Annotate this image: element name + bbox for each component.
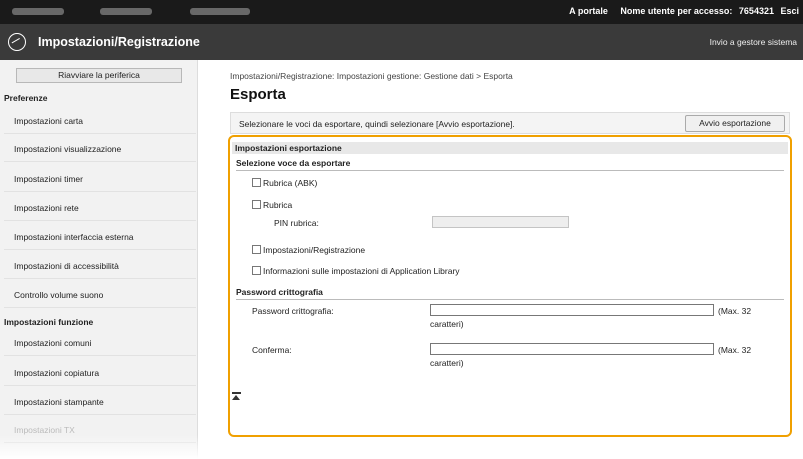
- confirm-label: Conferma:: [252, 345, 292, 355]
- blurred-device-name: [12, 8, 64, 15]
- addressbook-label: Rubrica: [263, 200, 293, 210]
- back-to-top-icon[interactable]: [232, 392, 241, 401]
- app-library-label: Informazioni sulle impostazioni di Appli…: [263, 266, 460, 276]
- sidebar-item-paper-settings[interactable]: Impostazioni carta: [4, 108, 196, 134]
- top-bar-right: A portale Nome utente per accesso: 76543…: [559, 6, 799, 16]
- checkbox-row-settings[interactable]: Impostazioni/Registrazione: [252, 245, 365, 257]
- breadcrumb: Impostazioni/Registrazione: Impostazioni…: [230, 71, 513, 81]
- checkbox-row-addressbook[interactable]: Rubrica: [252, 200, 292, 212]
- section-divider: [236, 299, 784, 300]
- password-label: Password crittografia:: [252, 306, 334, 316]
- section-password-title: Password crittografia: [236, 287, 323, 297]
- preferences-heading: Preferenze: [4, 93, 48, 103]
- pin-input: [432, 216, 569, 228]
- sidebar-item-copy-settings[interactable]: Impostazioni copiatura: [4, 360, 196, 386]
- panel-title: Impostazioni esportazione: [232, 142, 788, 154]
- settings-checkbox[interactable]: [252, 245, 261, 254]
- blurred-device-address: [190, 8, 250, 15]
- password-max-hint-unit: caratteri): [430, 319, 464, 329]
- section-divider: [236, 170, 784, 171]
- confirm-max-hint: (Max. 32: [718, 345, 752, 355]
- settings-logo-icon: [8, 33, 26, 51]
- restart-device-button[interactable]: Riavviare la periferica: [16, 68, 182, 83]
- section-items-title: Selezione voce da esportare: [236, 158, 351, 168]
- sidebar-item-common-settings[interactable]: Impostazioni comuni: [4, 330, 196, 356]
- sidebar-item-external-interface[interactable]: Impostazioni interfaccia esterna: [4, 224, 196, 250]
- user-id: 7654321: [738, 6, 774, 16]
- sidebar: Riavviare la periferica Preferenze Impos…: [0, 60, 198, 459]
- top-bar: A portale Nome utente per accesso: 76543…: [0, 0, 803, 24]
- settings-label: Impostazioni/Registrazione: [263, 245, 366, 255]
- checkbox-row-abk[interactable]: Rubrica (ABK): [252, 178, 317, 190]
- addressbook-checkbox[interactable]: [252, 200, 261, 209]
- confirm-max-hint-unit: caratteri): [430, 358, 464, 368]
- sidebar-item-sound-volume[interactable]: Controllo volume suono: [4, 282, 196, 308]
- instruction-text: Selezionare le voci da esportare, quindi…: [239, 119, 515, 129]
- sidebar-item-display-settings[interactable]: Impostazioni visualizzazione: [4, 136, 196, 162]
- sidebar-fade: [0, 435, 198, 459]
- pin-label: PIN rubrica:: [274, 218, 319, 228]
- title-bar: Impostazioni/Registrazione Invio a gesto…: [0, 24, 803, 60]
- sidebar-item-timer-settings[interactable]: Impostazioni timer: [4, 166, 196, 192]
- start-export-button[interactable]: Avvio esportazione: [685, 115, 785, 132]
- function-settings-heading: Impostazioni funzione: [4, 317, 94, 327]
- password-max-hint: (Max. 32: [718, 306, 752, 316]
- portal-link[interactable]: A portale: [569, 6, 608, 16]
- sidebar-item-accessibility[interactable]: Impostazioni di accessibilità: [4, 253, 196, 279]
- logout-link[interactable]: Esci: [780, 6, 799, 16]
- main-content: Impostazioni/Registrazione: Impostazioni…: [198, 60, 803, 459]
- confirm-input[interactable]: [430, 343, 714, 355]
- user-label: Nome utente per accesso:: [620, 6, 733, 16]
- app-title: Impostazioni/Registrazione: [38, 35, 200, 49]
- abk-checkbox[interactable]: [252, 178, 261, 187]
- password-input[interactable]: [430, 304, 714, 316]
- export-settings-panel: Impostazioni esportazione Selezione voce…: [232, 142, 788, 432]
- abk-label: Rubrica (ABK): [263, 178, 318, 188]
- blurred-device-model: [100, 8, 152, 15]
- app-library-checkbox[interactable]: [252, 266, 261, 275]
- checkbox-row-app-library[interactable]: Informazioni sulle impostazioni di Appli…: [252, 266, 460, 278]
- instruction-bar: Selezionare le voci da esportare, quindi…: [230, 112, 790, 134]
- sidebar-item-printer-settings[interactable]: Impostazioni stampante: [4, 389, 196, 415]
- sidebar-item-network-settings[interactable]: Impostazioni rete: [4, 195, 196, 221]
- page-title: Esporta: [230, 86, 286, 103]
- send-to-manager-link[interactable]: Invio a gestore sistema: [710, 37, 797, 47]
